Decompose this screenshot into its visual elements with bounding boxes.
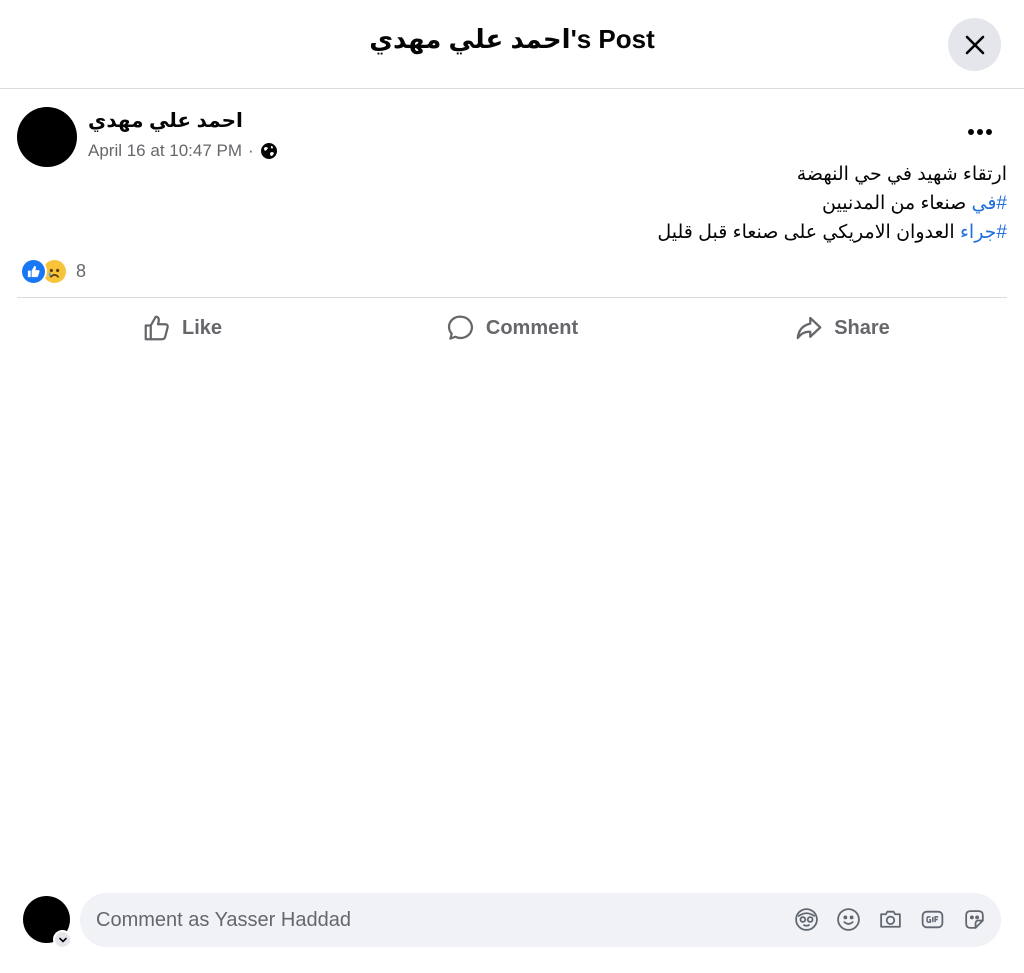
sticker-button[interactable] (962, 905, 987, 934)
composer-tools (794, 905, 987, 934)
comment-button[interactable]: Comment (347, 305, 677, 351)
share-button[interactable]: Share (677, 305, 1007, 351)
comment-composer (80, 893, 1001, 947)
sticker-icon (965, 910, 984, 929)
emoji-icon (837, 908, 860, 931)
more-options-button[interactable] (962, 118, 998, 146)
dialog-title: احمد علي مهدي's Post (369, 24, 655, 54)
globe-icon[interactable] (260, 142, 278, 160)
post-line-3: #جراء العدوان الامريكي على صنعاء قبل قلي… (657, 218, 1007, 247)
post-line-text: العدوان الامريكي على صنعاء قبل قليل (657, 222, 960, 243)
divider (17, 297, 1007, 298)
hashtag-link[interactable]: #جراء (960, 222, 1007, 243)
comment-label: Comment (485, 316, 579, 339)
chevron-down-icon (58, 937, 67, 943)
post-meta: April 16 at 10:47 PM · (88, 141, 278, 161)
photo-button[interactable] (878, 905, 903, 934)
camera-icon (880, 910, 901, 928)
post-timestamp[interactable]: April 16 at 10:47 PM (88, 141, 242, 161)
post-line-2: #في صنعاء من المدنيين (657, 189, 1007, 218)
gif-icon (921, 910, 944, 929)
comment-input[interactable] (96, 893, 776, 947)
dialog-header: احمد علي مهدي's Post (0, 0, 1024, 89)
post-line-text: ارتقاء شهيد في حي النهضة (796, 164, 1007, 185)
close-button[interactable] (948, 18, 1001, 71)
author-name[interactable]: احمد علي مهدي (88, 108, 243, 133)
close-icon (965, 35, 984, 54)
author-avatar[interactable] (17, 107, 77, 167)
avatar-sticker-button[interactable] (794, 905, 819, 934)
gif-button[interactable] (920, 905, 945, 934)
avatar-sticker-icon (795, 908, 818, 931)
reaction-count[interactable]: 8 (76, 261, 86, 282)
comment-bubble-icon (447, 315, 473, 340)
profile-switch-button[interactable] (53, 930, 72, 949)
share-arrow-icon (796, 316, 822, 340)
hashtag-link[interactable]: #في (972, 193, 1008, 214)
like-label: Like (181, 316, 223, 339)
more-dots-icon (968, 129, 992, 135)
emoji-button[interactable] (836, 905, 861, 934)
like-reaction-icon (20, 258, 47, 285)
share-label: Share (834, 316, 890, 339)
post-line-text: صنعاء من المدنيين (822, 193, 972, 214)
meta-separator: · (248, 141, 254, 160)
post-actions: Like Comment Share (17, 305, 1007, 351)
post-body: ارتقاء شهيد في حي النهضة #في صنعاء من ال… (657, 160, 1007, 247)
reactions-summary[interactable]: 8 (20, 258, 86, 285)
like-button[interactable]: Like (17, 305, 347, 351)
post-line-1: ارتقاء شهيد في حي النهضة (657, 160, 1007, 189)
thumbs-up-icon (144, 315, 169, 341)
